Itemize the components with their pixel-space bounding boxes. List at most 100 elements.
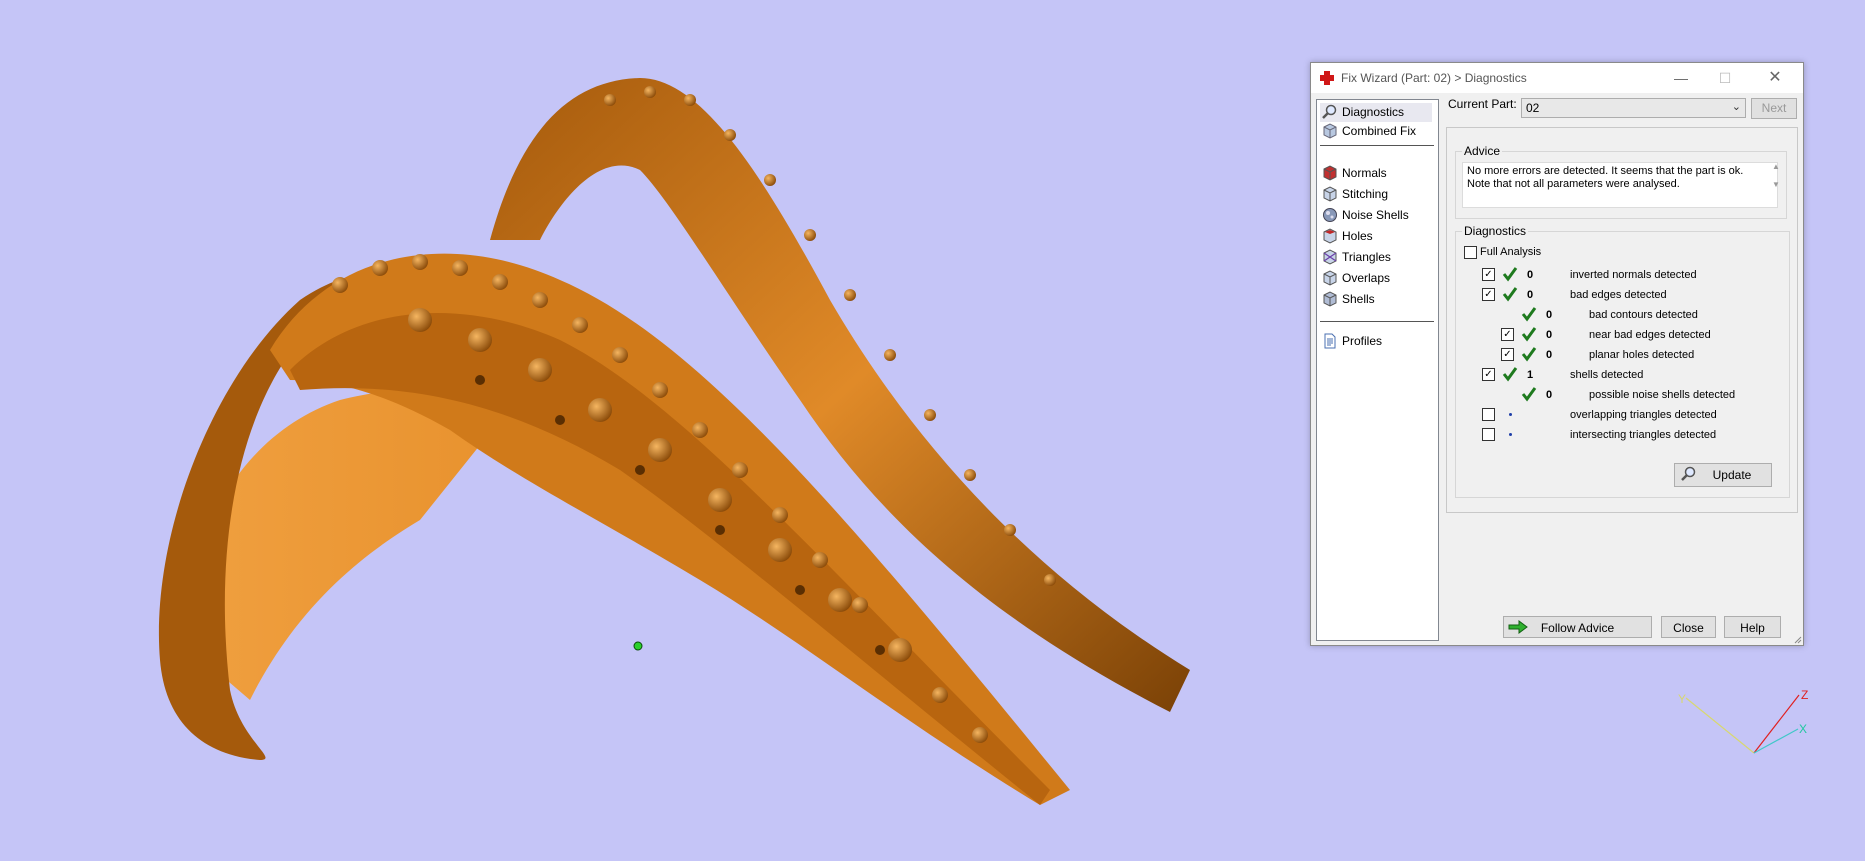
update-label: Update <box>1712 468 1752 482</box>
nav-item-profiles[interactable]: Profiles <box>1320 332 1432 351</box>
advice-group: Advice No more errors are detected. It s… <box>1455 144 1787 219</box>
diagnostic-label: inverted normals detected <box>1570 269 1697 281</box>
diagnostic-label: bad contours detected <box>1589 309 1698 321</box>
status-dot-icon <box>1509 413 1512 416</box>
diagnostic-label: intersecting triangles detected <box>1570 429 1717 441</box>
nav-label: Combined Fix <box>1342 124 1417 138</box>
magnifier-icon <box>1681 466 1696 481</box>
nav-label: Noise Shells <box>1342 208 1409 222</box>
diagnostic-label: shells detected <box>1570 369 1644 381</box>
z-axis-line <box>1753 694 1800 754</box>
green-arrow-icon <box>1508 620 1528 634</box>
nav-divider <box>1320 321 1434 322</box>
overlaps-cube-icon <box>1323 270 1337 286</box>
triangles-cube-icon <box>1323 249 1337 265</box>
diagnostic-checkbox[interactable]: ✓ <box>1501 328 1514 341</box>
advice-line-1: No more errors are detected. It seems th… <box>1467 165 1744 177</box>
diagnostic-checkbox[interactable] <box>1482 428 1495 441</box>
axis-z-label: Z <box>1801 688 1809 702</box>
green-check-icon <box>1502 287 1518 302</box>
full-analysis-checkbox[interactable] <box>1464 246 1477 259</box>
resize-grip-icon[interactable] <box>1792 634 1802 644</box>
axis-y-label: Y <box>1678 692 1687 706</box>
nav-item-triangles[interactable]: Triangles <box>1320 248 1432 267</box>
diagnostic-count: 0 <box>1527 269 1534 281</box>
red-cross-icon <box>1320 71 1334 85</box>
nav-label: Triangles <box>1342 250 1391 264</box>
diagnostic-count: 0 <box>1546 309 1553 321</box>
nav-label: Profiles <box>1342 334 1383 348</box>
green-check-icon <box>1521 327 1537 342</box>
current-part-select[interactable]: 02 ⌄ <box>1521 98 1746 118</box>
green-check-icon <box>1502 267 1518 282</box>
stitching-cube-icon <box>1323 186 1337 202</box>
minimize-icon[interactable]: — <box>1659 63 1703 93</box>
ring-model-render <box>158 78 1190 806</box>
diagnostic-count: 0 <box>1546 329 1553 341</box>
advice-scrollbar[interactable]: ▲ ▼ <box>1770 162 1782 208</box>
status-dot-icon <box>1509 433 1512 436</box>
x-axis-line <box>1753 728 1799 754</box>
nav-label: Shells <box>1342 292 1375 306</box>
fix-wizard-dialog: Fix Wizard (Part: 02) > Diagnostics — ☐ … <box>1310 62 1804 646</box>
title-bar[interactable]: Fix Wizard (Part: 02) > Diagnostics — ☐ … <box>1311 63 1803 93</box>
diagnostics-group-title: Diagnostics <box>1462 224 1529 238</box>
nav-label: Normals <box>1342 166 1387 180</box>
diagnostic-label: planar holes detected <box>1589 349 1695 361</box>
nav-item-stitching[interactable]: Stitching <box>1320 185 1432 204</box>
diagnostics-group: Diagnostics Full Analysis ✓ 0 inverted nor… <box>1455 224 1790 498</box>
close-button[interactable]: Close <box>1661 616 1716 638</box>
diagnostic-checkbox[interactable]: ✓ <box>1482 368 1495 381</box>
nav-label: Overlaps <box>1342 271 1391 285</box>
nav-item-combined-fix[interactable]: Combined Fix <box>1320 122 1432 141</box>
follow-advice-label: Follow Advice <box>1540 621 1615 635</box>
nav-item-normals[interactable]: Normals <box>1320 164 1432 183</box>
normals-cube-icon <box>1323 165 1337 181</box>
green-check-icon <box>1521 307 1537 322</box>
nav-item-noise-shells[interactable]: Noise Shells <box>1320 206 1432 225</box>
nav-item-overlaps[interactable]: Overlaps <box>1320 269 1432 288</box>
green-check-icon <box>1521 347 1537 362</box>
noise-shells-icon <box>1323 208 1337 222</box>
diagnostic-label: possible noise shells detected <box>1589 389 1736 401</box>
nav-label: Holes <box>1342 229 1373 243</box>
nav-divider <box>1320 145 1434 146</box>
cube-icon <box>1323 123 1337 139</box>
diagnostic-checkbox[interactable]: ✓ <box>1482 268 1495 281</box>
nav-item-holes[interactable]: Holes <box>1320 227 1432 246</box>
diagnostic-checkbox[interactable]: ✓ <box>1482 288 1495 301</box>
holes-cube-icon <box>1323 228 1337 244</box>
current-part-label: Current Part: <box>1448 97 1517 111</box>
pivot-marker-icon <box>633 641 643 651</box>
diagnostic-count: 1 <box>1527 369 1534 381</box>
follow-advice-button[interactable]: Follow Advice <box>1503 616 1652 638</box>
full-analysis-label: Full Analysis <box>1480 246 1542 258</box>
nav-label: Diagnostics <box>1342 105 1405 119</box>
advice-line-2: Note that not all parameters were analys… <box>1467 178 1680 190</box>
next-button[interactable]: Next <box>1751 98 1797 119</box>
current-part-value: 02 <box>1526 101 1540 115</box>
maximize-icon[interactable]: ☐ <box>1703 63 1747 93</box>
nav-item-diagnostics[interactable]: Diagnostics <box>1320 103 1432 122</box>
nav-item-shells[interactable]: Shells <box>1320 290 1432 309</box>
profile-document-icon <box>1324 333 1336 349</box>
shells-cube-icon <box>1323 291 1337 307</box>
axis-x-label: X <box>1799 722 1808 736</box>
close-window-icon[interactable]: ✕ <box>1753 63 1797 93</box>
diagnostic-label: near bad edges detected <box>1589 329 1711 341</box>
diagnostic-count: 0 <box>1546 349 1553 361</box>
window-title: Fix Wizard (Part: 02) > Diagnostics <box>1341 71 1527 85</box>
chevron-down-icon: ⌄ <box>1731 101 1741 113</box>
axis-lines <box>1685 694 1800 754</box>
wizard-nav: Diagnostics Combined Fix Normals Stitchi… <box>1316 99 1439 641</box>
diagnostics-panel: Advice No more errors are detected. It s… <box>1446 127 1798 513</box>
diagnostic-checkbox[interactable]: ✓ <box>1501 348 1514 361</box>
diagnostic-count: 0 <box>1527 289 1534 301</box>
axis-triad: Y Z X <box>1678 688 1810 758</box>
update-button[interactable]: Update <box>1674 463 1772 487</box>
diagnostic-checkbox[interactable] <box>1482 408 1495 421</box>
green-check-icon <box>1502 367 1518 382</box>
y-axis-line <box>1685 697 1755 754</box>
advice-text-box: No more errors are detected. It seems th… <box>1462 162 1778 208</box>
help-button[interactable]: Help <box>1724 616 1781 638</box>
